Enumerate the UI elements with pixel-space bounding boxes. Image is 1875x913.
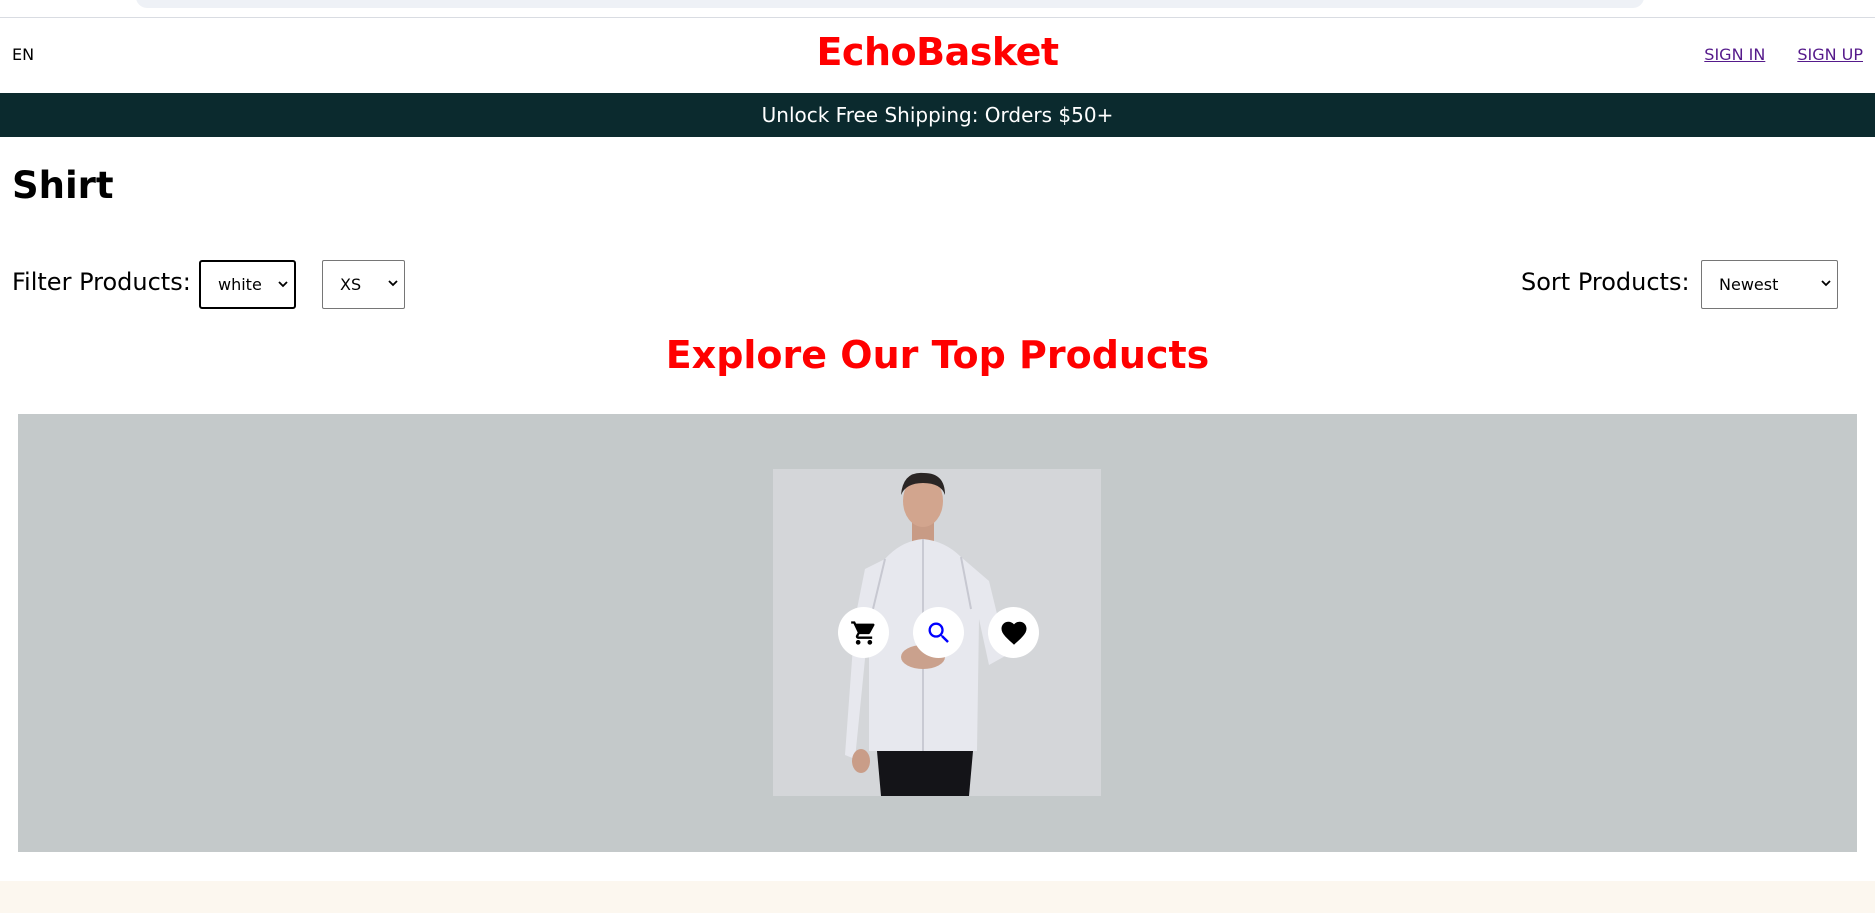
color-filter-select[interactable]: white [199, 260, 296, 309]
navbar: EN EchoBasket SIGN IN SIGN UP [0, 18, 1875, 93]
sort-value: Newest [1719, 275, 1779, 294]
chevron-down-icon [278, 281, 288, 288]
sort-select[interactable]: Newest [1701, 260, 1838, 309]
sign-up-link[interactable]: SIGN UP [1797, 45, 1863, 64]
logo-text[interactable]: EchoBasket [816, 30, 1059, 74]
chevron-down-icon [1821, 280, 1831, 287]
color-filter-value: white [218, 275, 262, 294]
products-container [18, 414, 1857, 852]
heart-icon [1001, 621, 1026, 645]
browser-top-strip [0, 0, 1875, 18]
sign-in-link[interactable]: SIGN IN [1704, 45, 1765, 64]
product-actions [838, 607, 1039, 658]
footer-strip [0, 881, 1875, 913]
size-filter-select[interactable]: XS [322, 260, 405, 309]
page-title: Shirt [12, 164, 114, 207]
search-icon [928, 622, 949, 643]
product-card[interactable] [773, 469, 1101, 796]
address-bar[interactable] [136, 0, 1644, 8]
cart-icon [850, 620, 875, 645]
chevron-down-icon [388, 280, 398, 287]
sort-label: Sort Products: [1521, 268, 1690, 296]
section-title: Explore Our Top Products [665, 333, 1210, 377]
announcement-bar: Unlock Free Shipping: Orders $50+ [0, 93, 1875, 137]
size-filter-value: XS [340, 275, 362, 294]
quick-view-button[interactable] [913, 607, 964, 658]
auth-links: SIGN IN SIGN UP [1704, 45, 1863, 64]
add-to-wishlist-button[interactable] [988, 607, 1039, 658]
filter-label: Filter Products: [12, 268, 191, 296]
announcement-text: Unlock Free Shipping: Orders $50+ [761, 103, 1114, 127]
logo[interactable]: EchoBasket [0, 30, 1875, 74]
add-to-cart-button[interactable] [838, 607, 889, 658]
